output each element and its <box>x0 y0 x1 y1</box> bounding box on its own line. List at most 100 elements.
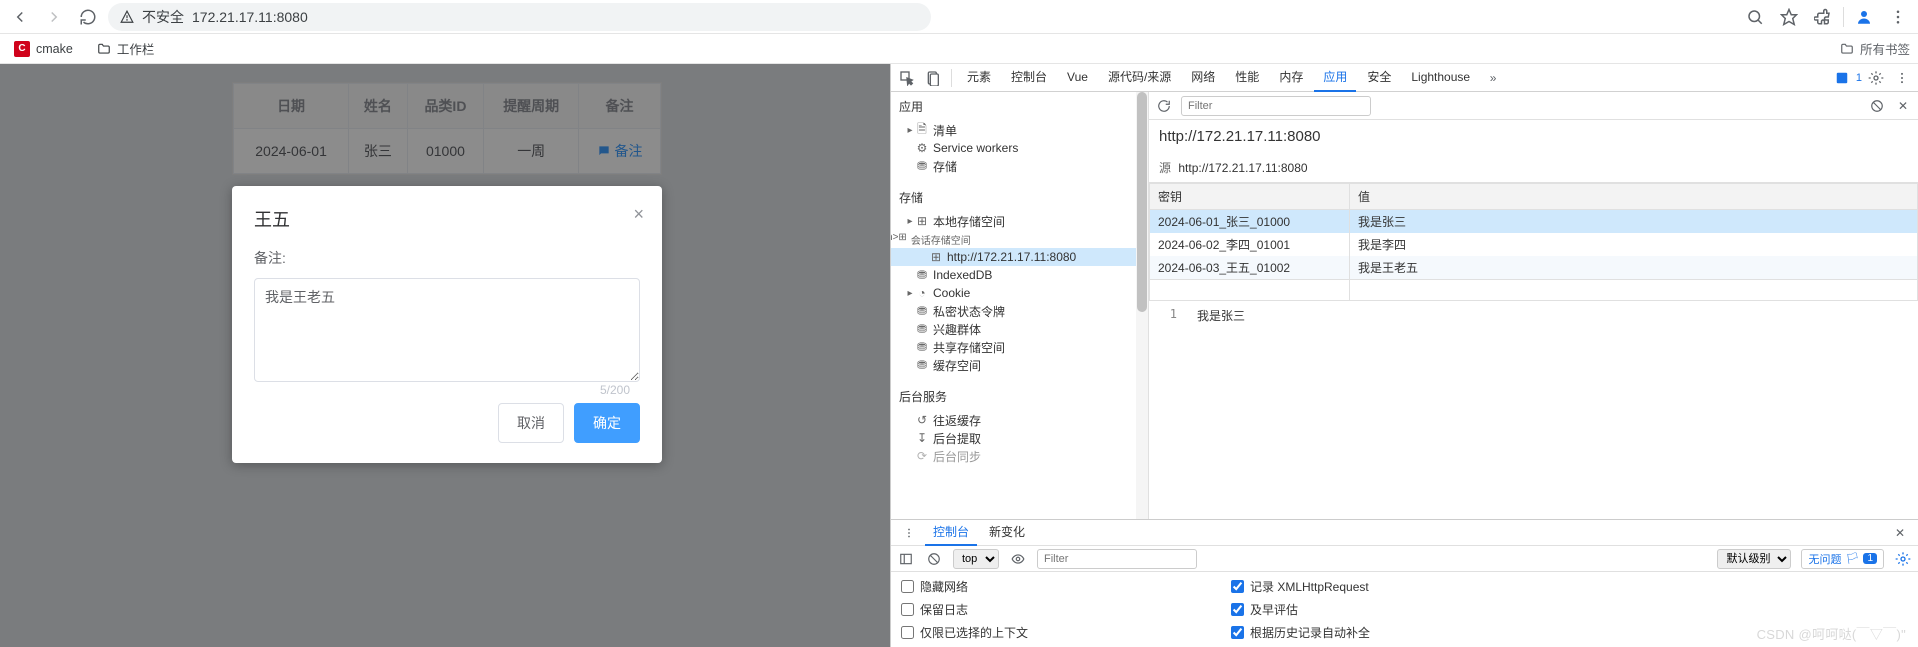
cmake-icon: C <box>14 41 30 57</box>
menu-icon[interactable] <box>1884 3 1912 31</box>
console-drawer: 控制台 新变化 ✕ top 默认级别 无问题 🏳 1 <box>891 519 1918 647</box>
storage-table: 密钥 值 2024-06-01_张三_01000我是张三 2024-06-02_… <box>1149 183 1918 301</box>
folder-icon <box>97 42 111 56</box>
issues-icon[interactable] <box>1830 71 1854 85</box>
folder-icon <box>1840 42 1854 56</box>
kebab-icon[interactable] <box>1890 71 1914 85</box>
refresh-icon[interactable] <box>1155 99 1173 113</box>
device-icon[interactable] <box>921 70 945 86</box>
application-sidebar: 应用 ▸🗎清单 ⚙Service workers ⛃存储 存储 ▸⊞本地存储空间… <box>891 92 1149 519</box>
all-bookmarks[interactable]: 所有书签 <box>1840 39 1910 58</box>
char-count: 5/200 <box>600 383 630 397</box>
section-app: 应用 <box>891 92 1148 121</box>
url-text: 172.21.17.11:8080 <box>192 9 308 25</box>
cancel-button[interactable]: 取消 <box>498 403 564 443</box>
tree-session-storage[interactable]: ▾storspan>⊞会话存储空间 <box>891 230 1148 248</box>
tree-shared[interactable]: ⛃共享存储空间 <box>891 338 1148 356</box>
bookmark-workbar[interactable]: 工作栏 <box>91 36 161 61</box>
warning-icon <box>120 10 134 24</box>
drawer-tab-console[interactable]: 控制台 <box>925 520 977 546</box>
tree-interest[interactable]: ⛃兴趣群体 <box>891 320 1148 338</box>
storage-row[interactable]: 2024-06-01_张三_01000我是张三 <box>1150 210 1918 234</box>
tree-manifest[interactable]: ▸🗎清单 <box>891 121 1148 139</box>
check-context[interactable]: 仅限已选择的上下文 <box>901 624 1231 641</box>
remark-modal: 王五 × 备注: 我是王老五 5/200 取消 确定 <box>232 186 662 463</box>
col-key[interactable]: 密钥 <box>1150 184 1350 210</box>
live-expr-icon[interactable] <box>1009 552 1027 566</box>
back-icon[interactable] <box>6 3 34 31</box>
tree-service-workers[interactable]: ⚙Service workers <box>891 139 1148 157</box>
storage-row[interactable]: 2024-06-02_李四_01001我是李四 <box>1150 233 1918 256</box>
bookmark-cmake[interactable]: C cmake <box>8 38 79 60</box>
storage-title: http://172.21.17.11:8080 <box>1149 120 1918 153</box>
storage-panel: ✕ http://172.21.17.11:8080 源 http://172.… <box>1149 92 1918 519</box>
browser-chrome: 不安全 172.21.17.11:8080 C cmake 工作栏 所有书签 <box>0 0 1918 64</box>
context-select[interactable]: top <box>953 549 999 569</box>
col-value[interactable]: 值 <box>1350 184 1918 210</box>
console-sidebar-icon[interactable] <box>897 552 915 566</box>
tree-private-token[interactable]: ⛃私密状态令牌 <box>891 302 1148 320</box>
confirm-button[interactable]: 确定 <box>574 403 640 443</box>
tree-storage[interactable]: ⛃存储 <box>891 157 1148 175</box>
drawer-tab-whatsnew[interactable]: 新变化 <box>981 520 1033 546</box>
tree-local-storage[interactable]: ▸⊞本地存储空间 <box>891 212 1148 230</box>
storage-filter[interactable] <box>1181 96 1371 116</box>
main-area: 日期 姓名 品类ID 提醒周期 备注 2024-06-01 张三 01000 一… <box>0 64 1918 647</box>
bookmarks-row: C cmake 工作栏 所有书签 <box>0 34 1918 64</box>
devtools: 元素 控制台 Vue 源代码/来源 网络 性能 内存 应用 安全 Lightho… <box>890 64 1918 647</box>
drawer-close-icon[interactable]: ✕ <box>1888 526 1912 540</box>
extensions-icon[interactable] <box>1809 3 1837 31</box>
zoom-icon[interactable] <box>1741 3 1769 31</box>
tab-network[interactable]: 网络 <box>1182 64 1224 92</box>
devtools-tabs: 元素 控制台 Vue 源代码/来源 网络 性能 内存 应用 安全 Lightho… <box>891 64 1918 92</box>
forward-icon[interactable] <box>40 3 68 31</box>
storage-row[interactable]: 2024-06-03_王五_01002我是王老五 <box>1150 256 1918 280</box>
check-log-xhr[interactable]: 记录 XMLHttpRequest <box>1231 578 1561 595</box>
console-filter[interactable] <box>1037 549 1197 569</box>
tab-console[interactable]: 控制台 <box>1002 64 1056 92</box>
check-autocomplete[interactable]: 根据历史记录自动补全 <box>1231 624 1561 641</box>
tree-session-origin[interactable]: ⊞http://172.21.17.11:8080 <box>891 248 1148 266</box>
section-bg: 后台服务 <box>891 382 1148 411</box>
omnibox[interactable]: 不安全 172.21.17.11:8080 <box>108 3 931 31</box>
check-eager[interactable]: 及早评估 <box>1231 601 1561 618</box>
tab-performance[interactable]: 性能 <box>1226 64 1268 92</box>
level-select[interactable]: 默认级别 <box>1717 549 1791 569</box>
tab-vue[interactable]: Vue <box>1058 64 1097 92</box>
overflow-icon[interactable]: » <box>1481 71 1505 85</box>
check-preserve[interactable]: 保留日志 <box>901 601 1231 618</box>
drawer-kebab-icon[interactable] <box>897 527 921 539</box>
tab-security[interactable]: 安全 <box>1358 64 1400 92</box>
tab-elements[interactable]: 元素 <box>958 64 1000 92</box>
check-hide-network[interactable]: 隐藏网络 <box>901 578 1231 595</box>
tree-bfcache[interactable]: ↺往返缓存 <box>891 411 1148 429</box>
section-storage: 存储 <box>891 183 1148 212</box>
issues-link[interactable]: 无问题 🏳 1 <box>1801 549 1884 569</box>
modal-label: 备注: <box>254 248 640 268</box>
sidebar-scrollbar[interactable] <box>1136 92 1148 519</box>
storage-row-empty[interactable] <box>1150 280 1918 301</box>
reload-icon[interactable] <box>74 3 102 31</box>
profile-icon[interactable] <box>1850 3 1878 31</box>
tab-lighthouse[interactable]: Lighthouse <box>1402 64 1479 92</box>
tab-application[interactable]: 应用 <box>1314 64 1356 92</box>
inspect-icon[interactable] <box>895 70 919 86</box>
tree-bg-fetch[interactable]: ↧后台提取 <box>891 429 1148 447</box>
clear-icon[interactable] <box>1868 99 1886 113</box>
tab-sources[interactable]: 源代码/来源 <box>1099 64 1180 92</box>
storage-origin: 源 http://172.21.17.11:8080 <box>1149 153 1918 183</box>
gear-icon[interactable] <box>1864 70 1888 86</box>
delete-icon[interactable]: ✕ <box>1894 99 1912 113</box>
star-icon[interactable] <box>1775 3 1803 31</box>
close-icon[interactable]: × <box>633 204 644 225</box>
console-clear-icon[interactable] <box>925 552 943 566</box>
tab-memory[interactable]: 内存 <box>1270 64 1312 92</box>
tree-bg-sync[interactable]: ⟳后台同步 <box>891 447 1148 465</box>
issues-badge: 1 <box>1856 72 1862 84</box>
tree-cookie[interactable]: ▸◔Cookie <box>891 284 1148 302</box>
tree-indexeddb[interactable]: ⛃IndexedDB <box>891 266 1148 284</box>
console-gear-icon[interactable] <box>1894 551 1912 567</box>
tree-cache[interactable]: ⛃缓存空间 <box>891 356 1148 374</box>
remark-textarea[interactable]: 我是王老五 <box>254 278 640 382</box>
insecure-label: 不安全 <box>142 7 184 27</box>
